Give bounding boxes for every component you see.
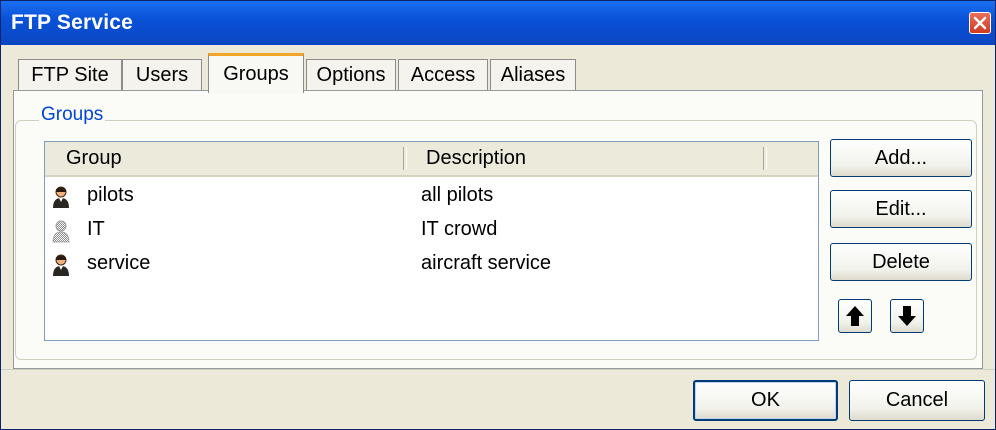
tab-options[interactable]: Options [306,59,396,91]
ftp-service-dialog: FTP Service FTP Site Users Groups Option… [0,0,996,430]
delete-button-label: Delete [872,250,930,273]
group-description: aircraft service [421,252,552,274]
add-button-label: Add... [874,146,928,169]
move-down-button[interactable] [890,299,924,333]
tab-ftp-site[interactable]: FTP Site [18,59,122,91]
cancel-button[interactable]: Cancel [849,380,985,421]
tab-users[interactable]: Users [122,59,202,91]
arrow-up-icon [846,306,864,326]
window-title: FTP Service [11,11,134,34]
list-item[interactable]: IT IT crowd [45,214,818,248]
cancel-button-label: Cancel [885,389,949,411]
tab-aliases[interactable]: Aliases [490,59,576,91]
tab-aliases-label: Aliases [500,64,566,86]
list-header: Group Description [45,142,818,177]
column-header-group[interactable]: Group [66,142,122,175]
edit-button[interactable]: Edit... [830,190,972,228]
move-up-button[interactable] [838,299,872,333]
ok-button-label: OK [751,389,780,411]
delete-button[interactable]: Delete [830,243,972,281]
group-name: pilots [87,184,134,206]
group-name: service [87,252,151,274]
tab-groups-label: Groups [223,63,289,85]
tab-groups[interactable]: Groups [208,53,304,93]
column-header-description[interactable]: Description [426,142,526,175]
tab-ftp-site-label: FTP Site [31,64,109,86]
close-button[interactable] [969,12,991,34]
groups-groupbox-label: Groups [39,104,106,126]
groups-list[interactable]: Group Description pilots all pilots IT I… [44,141,819,341]
group-description: IT crowd [421,218,498,240]
column-divider[interactable] [763,147,767,170]
tab-access-label: Access [410,64,476,86]
ok-button[interactable]: OK [693,380,838,421]
user-group-icon [53,254,69,276]
user-group-icon [53,186,69,208]
list-item[interactable]: service aircraft service [45,248,818,282]
tab-users-label: Users [135,64,189,86]
title-bar[interactable]: FTP Service [1,1,995,45]
group-description: all pilots [421,184,494,206]
group-name: IT [87,218,105,240]
tab-options-label: Options [316,64,386,86]
tab-access[interactable]: Access [398,59,488,91]
user-group-disabled-icon [52,220,70,243]
add-button[interactable]: Add... [830,139,972,177]
footer-divider [1,369,995,370]
edit-button-label: Edit... [875,197,927,220]
column-divider[interactable] [403,147,407,170]
close-icon [973,16,987,30]
list-item[interactable]: pilots all pilots [45,180,818,214]
arrow-down-icon [898,306,916,326]
